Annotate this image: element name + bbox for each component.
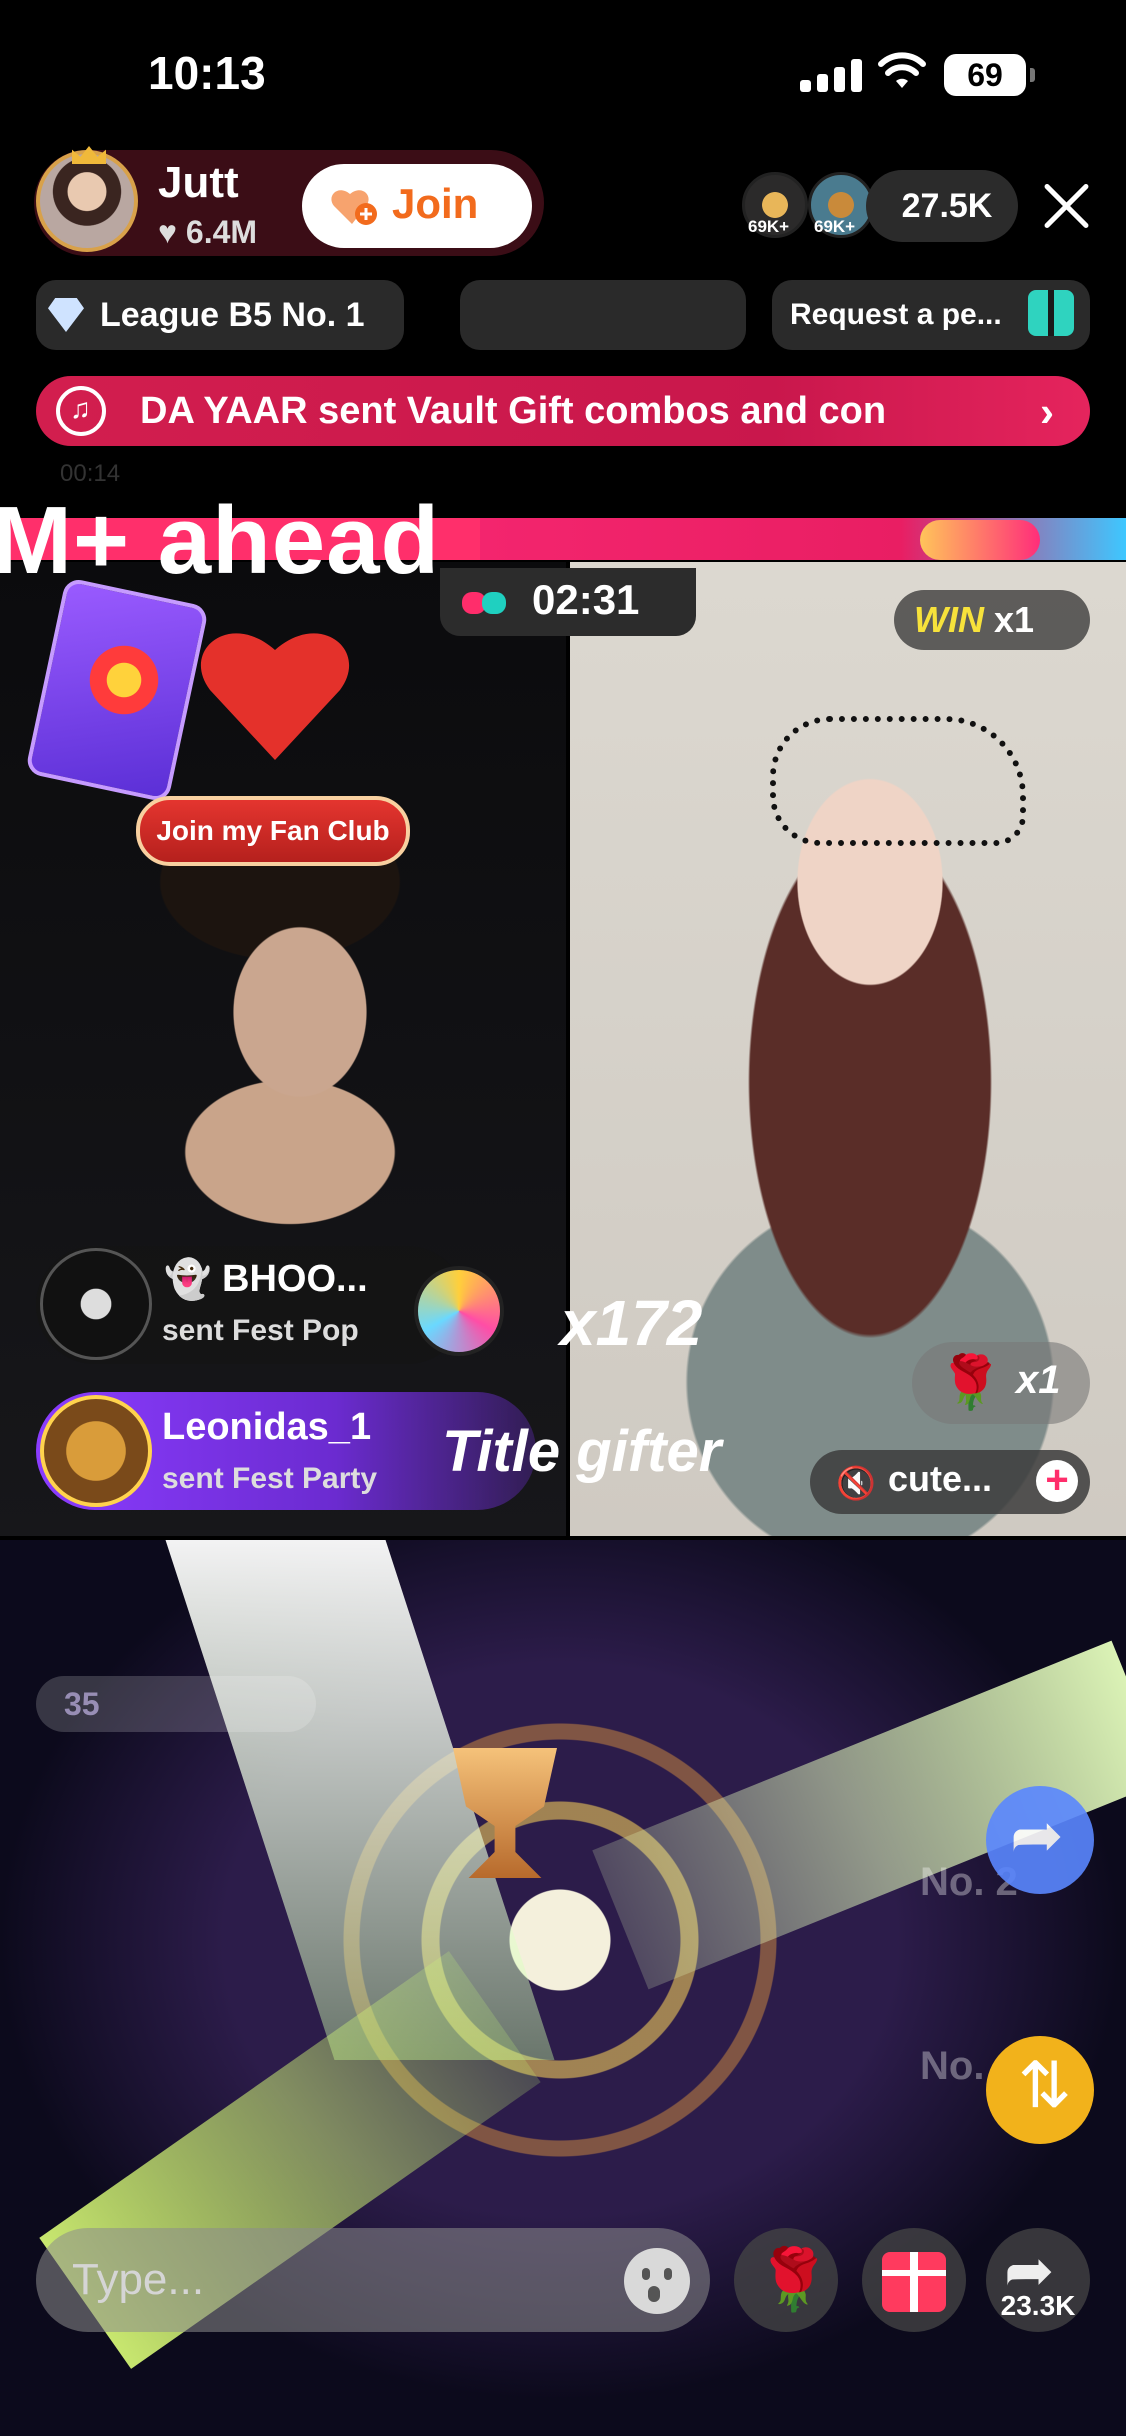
league-chip[interactable]: League B5 No. 1 <box>36 280 404 350</box>
gifter-avatar-1[interactable] <box>40 1248 152 1360</box>
music-note-icon <box>56 386 106 436</box>
gift-message-1: sent Fest Pop <box>162 1314 359 1347</box>
empty-chip[interactable] <box>460 280 746 350</box>
boxing-glove-icon <box>462 592 506 614</box>
chevron-right-icon[interactable]: › <box>1040 388 1054 436</box>
faint-diamond-count: 35 <box>64 1686 100 1722</box>
share-arrow-icon[interactable] <box>986 1786 1094 1894</box>
battle-timer-text: 02:31 <box>532 576 640 623</box>
host-likes-count: 6.4M <box>185 214 258 250</box>
cellular-signal-icon <box>800 58 864 92</box>
gifter-avatar-2[interactable] <box>40 1395 152 1507</box>
top-viewer-badge-1: 69K+ <box>748 217 790 236</box>
rose-icon: 🌹 <box>938 1354 1003 1412</box>
win-label: WIN <box>914 599 984 640</box>
join-button-label: Join <box>392 180 479 227</box>
gift-icon <box>1028 290 1074 336</box>
heart-icon: ♥ <box>158 214 186 250</box>
ghost-icon: 👻 <box>164 1259 212 1301</box>
share-count: 23.3K <box>1000 2290 1076 2321</box>
ahead-text: M+ ahead <box>0 487 441 594</box>
banner-text: DA YAAR sent Vault Gift combos and con <box>140 390 887 432</box>
rose-count: x1 <box>1016 1358 1061 1402</box>
clock: 10:13 <box>148 47 266 99</box>
top-viewer-badge-2: 69K+ <box>814 217 856 236</box>
guest-name: cute... <box>888 1458 993 1499</box>
league-label: League B5 No. 1 <box>100 296 365 334</box>
win-streak-badge[interactable]: WIN x1 <box>894 590 1090 650</box>
heart-plus-icon <box>331 190 377 225</box>
comment-input-container[interactable] <box>36 2228 710 2332</box>
emoji-icon[interactable] <box>624 2248 690 2314</box>
gift-combo-count: x172 <box>560 1287 703 1359</box>
gift-orb-icon <box>414 1266 504 1356</box>
follow-plus-icon[interactable]: + <box>1036 1460 1078 1502</box>
muted-speaker-icon: 🔇 <box>836 1465 876 1501</box>
swap-icon[interactable] <box>986 2036 1094 2144</box>
title-gifter-text: Title gifter <box>442 1419 722 1484</box>
host-avatar[interactable] <box>36 150 138 252</box>
win-count: x1 <box>994 599 1035 640</box>
close-icon[interactable] <box>1040 180 1092 232</box>
battery-indicator: 69 <box>944 54 1035 96</box>
gift-message-2: sent Fest Party <box>162 1462 378 1495</box>
gifter-name-1: BHOO... <box>222 1258 368 1300</box>
flame-icon <box>920 520 1040 560</box>
viewer-count[interactable]: 27.5K <box>866 170 1018 242</box>
wifi-icon <box>878 52 926 88</box>
status-bar: 10:13 69 <box>0 0 1126 150</box>
request-label: Request a pe... <box>790 298 1002 331</box>
boost-glove-icon <box>84 640 164 720</box>
comment-input[interactable] <box>72 2228 612 2332</box>
rose-icon: 🌹 <box>756 2246 831 2313</box>
host-name: Jutt <box>158 158 239 207</box>
host-likes: ♥ 6.4M <box>158 214 257 251</box>
faint-timestamp: 00:14 <box>60 460 121 487</box>
gift-box-icon <box>882 2252 946 2312</box>
join-fan-club-button[interactable]: Join my Fan Club <box>136 796 410 866</box>
lace-mask-decoration <box>770 716 1026 846</box>
gifter-name-2: Leonidas_1 <box>162 1406 372 1448</box>
